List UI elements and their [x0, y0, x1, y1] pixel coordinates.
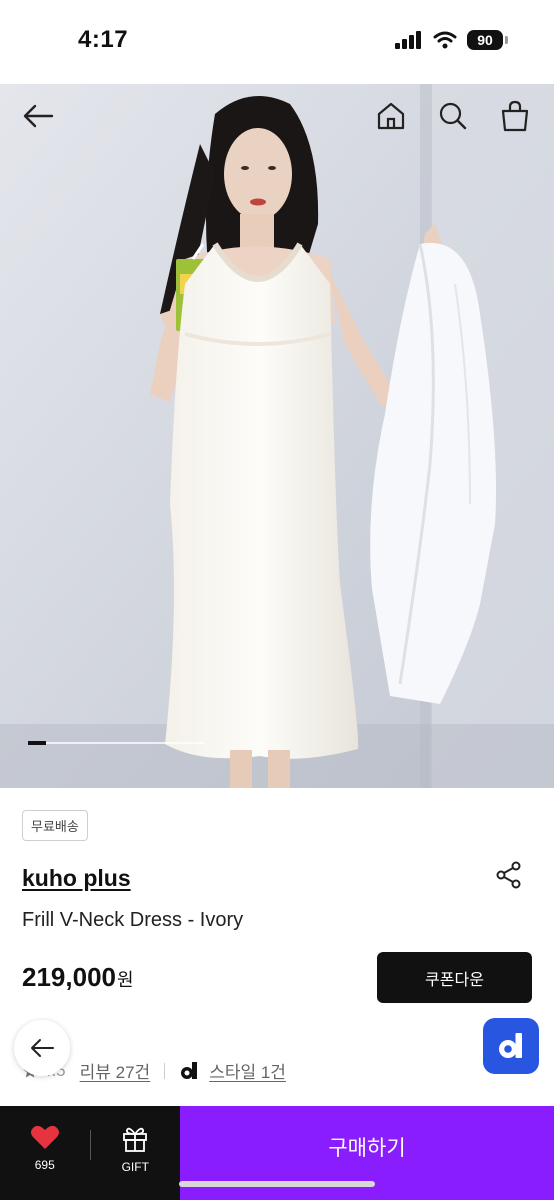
signal-icon [395, 31, 421, 49]
gift-label: GIFT [121, 1160, 149, 1174]
back-arrow-icon [23, 104, 54, 128]
share-button[interactable] [494, 860, 524, 890]
search-icon [439, 102, 467, 130]
wifi-icon [433, 31, 457, 49]
d-logo-icon [499, 1033, 522, 1058]
shopping-bag-icon [501, 100, 529, 132]
free-shipping-badge: 무료배송 [22, 810, 88, 841]
back-arrow-icon [31, 1039, 54, 1057]
back-button[interactable] [18, 96, 58, 136]
product-photo [0, 84, 554, 788]
home-icon [377, 102, 405, 130]
gift-button[interactable]: GIFT [91, 1124, 181, 1174]
battery-cap [505, 36, 508, 44]
status-time: 4:17 [78, 26, 129, 53]
floating-back-button[interactable] [14, 1020, 70, 1076]
share-icon [496, 861, 521, 889]
status-icons: 90 [395, 30, 508, 50]
image-top-nav [0, 84, 554, 148]
cart-button[interactable] [495, 96, 535, 136]
search-button[interactable] [433, 96, 473, 136]
heart-icon [30, 1125, 59, 1149]
like-count: 695 [34, 1158, 55, 1172]
home-indicator [179, 1181, 375, 1187]
product-info: 무료배송 kuho plus Frill V-Neck Dress - Ivor… [0, 788, 554, 1106]
carousel-progress [28, 741, 204, 745]
product-price: 219,000 원 [22, 962, 134, 993]
price-value: 219,000 [22, 962, 116, 992]
gift-icon [123, 1127, 148, 1152]
meta-divider [164, 1062, 166, 1079]
d-logo-icon [181, 1061, 198, 1079]
style-link[interactable]: 스타일 1건 [209, 1058, 286, 1083]
product-name: Frill V-Neck Dress - Ivory [22, 909, 244, 931]
battery-indicator: 90 [467, 30, 503, 50]
product-image-carousel[interactable] [0, 84, 554, 788]
review-link[interactable]: 리뷰 27건 [80, 1058, 151, 1083]
bottom-left-actions: 695 GIFT [0, 1106, 180, 1200]
status-bar: 4:17 90 [0, 0, 554, 84]
brand-link[interactable]: kuho plus [22, 865, 131, 892]
price-unit: 원 [116, 970, 134, 990]
coupon-download-button[interactable]: 쿠폰다운 [377, 952, 532, 1003]
like-button[interactable]: 695 [0, 1124, 90, 1172]
home-button[interactable] [371, 96, 411, 136]
carousel-progress-fill [28, 741, 46, 745]
floating-app-button[interactable] [483, 1018, 539, 1074]
